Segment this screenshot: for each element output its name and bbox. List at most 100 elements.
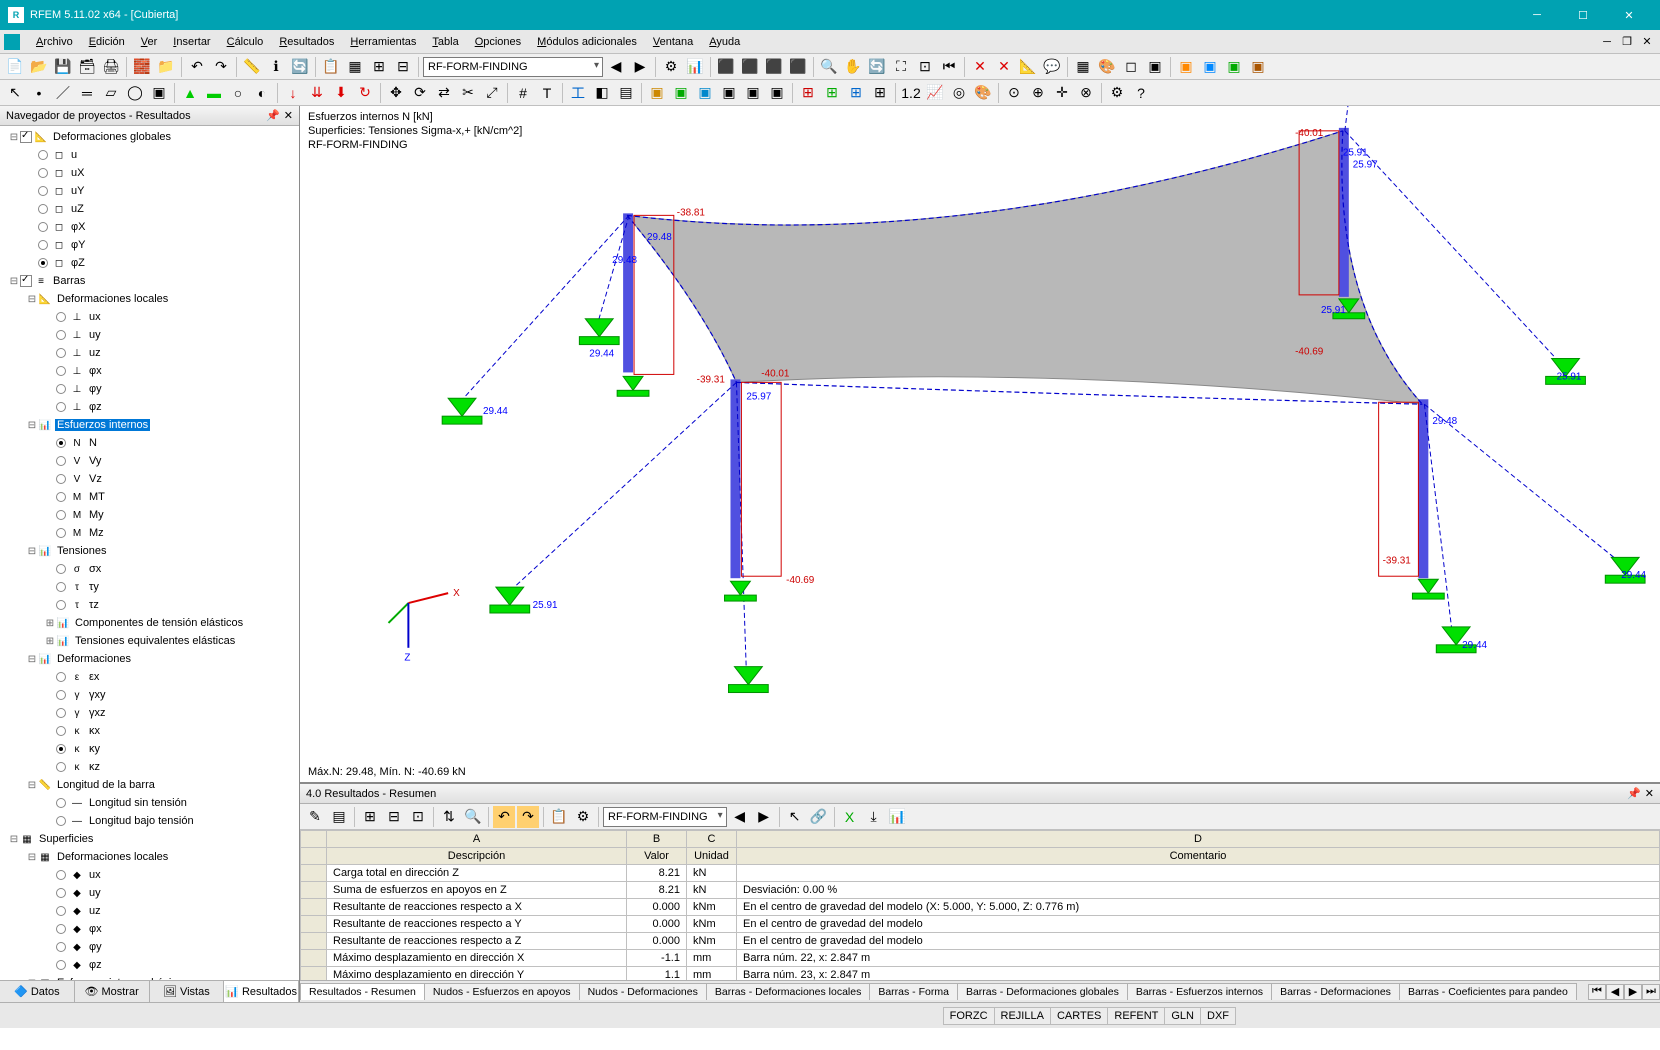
block-manager-button[interactable]: 🧱 — [131, 56, 153, 78]
tree-node[interactable]: κκx — [0, 722, 299, 740]
menu-edición[interactable]: Edición — [81, 34, 133, 50]
comment-button[interactable]: 💬 — [1041, 56, 1063, 78]
grid-col-letter[interactable]: C — [687, 831, 737, 848]
zoom-button[interactable]: 🔍 — [818, 56, 840, 78]
results-tab-nav-button[interactable]: ⏭ — [1642, 984, 1660, 1000]
tree-radio[interactable] — [56, 456, 66, 466]
tree-radio[interactable] — [56, 312, 66, 322]
menu-ver[interactable]: Ver — [133, 34, 166, 50]
grid-chart-button[interactable]: 📊 — [887, 806, 909, 828]
tree-radio[interactable] — [56, 888, 66, 898]
view-y-button[interactable]: ⬛ — [763, 56, 785, 78]
solid-button[interactable]: ▣ — [1144, 56, 1166, 78]
view-z-button[interactable]: ⬛ — [787, 56, 809, 78]
table-row[interactable]: Resultante de reacciones respecto a Z0.0… — [301, 933, 1660, 950]
tree-node[interactable]: ⊥φz — [0, 398, 299, 416]
tree-node[interactable]: ⊟📐Deformaciones locales — [0, 290, 299, 308]
nav-close-icon[interactable]: ✕ — [284, 109, 293, 122]
tree-radio[interactable] — [38, 150, 48, 160]
grid-col-header[interactable]: Comentario — [737, 848, 1660, 865]
tree-node[interactable]: ◻u — [0, 146, 299, 164]
tree-radio[interactable] — [56, 510, 66, 520]
grid-select-button[interactable]: ↖ — [784, 806, 806, 828]
next-case-button[interactable]: ▶ — [629, 56, 651, 78]
menu-herramientas[interactable]: Herramientas — [342, 34, 424, 50]
tree-checkbox[interactable] — [20, 131, 32, 143]
prev-case-button[interactable]: ◀ — [605, 56, 627, 78]
local-axes-button[interactable]: ✕ — [993, 56, 1015, 78]
load-case-combo[interactable]: RF-FORM-FINDING — [423, 57, 603, 77]
project-manager-button[interactable]: 📁 — [155, 56, 177, 78]
results-grid[interactable]: ABCDDescripciónValorUnidadComentarioCarg… — [300, 830, 1660, 980]
filter-5-button[interactable]: ▣ — [742, 82, 764, 104]
grid-filter-button[interactable]: ▤ — [328, 806, 350, 828]
tree-node[interactable]: MMy — [0, 506, 299, 524]
tree-node[interactable]: κκz — [0, 758, 299, 776]
line-button[interactable]: ／ — [52, 82, 74, 104]
line-support-button[interactable]: ▬ — [203, 82, 225, 104]
move-button[interactable]: ✥ — [385, 82, 407, 104]
tree-node[interactable]: ⊟≡Barras — [0, 272, 299, 290]
filter-2-button[interactable]: ▣ — [670, 82, 692, 104]
results-tab-nav-button[interactable]: ◀ — [1606, 984, 1624, 1000]
support-button[interactable]: ▲ — [179, 82, 201, 104]
tree-radio[interactable] — [56, 816, 66, 826]
toggle-button[interactable]: 🔄 — [289, 56, 311, 78]
hinge-button[interactable]: ○ — [227, 82, 249, 104]
thickness-button[interactable]: ▤ — [615, 82, 637, 104]
member-button[interactable]: ═ — [76, 82, 98, 104]
snap-2-button[interactable]: ⊕ — [1027, 82, 1049, 104]
result-1-button[interactable]: ⊞ — [797, 82, 819, 104]
nav-tab-mostrar[interactable]: 👁Mostrar — [75, 981, 150, 1002]
tree-node[interactable]: ◆ux — [0, 866, 299, 884]
tree-node[interactable]: ⊟📊Deformaciones — [0, 650, 299, 668]
nav-tab-vistas[interactable]: 🖼Vistas — [150, 981, 225, 1002]
grid-export-button[interactable]: ⤓ — [863, 806, 885, 828]
tree-node[interactable]: ⊥uy — [0, 326, 299, 344]
divide-button[interactable]: ✂ — [457, 82, 479, 104]
config-button[interactable]: ⚙ — [1106, 82, 1128, 104]
grid-undo-button[interactable]: ↶ — [493, 806, 515, 828]
tree-radio[interactable] — [56, 906, 66, 916]
load-line-button[interactable]: ⇊ — [306, 82, 328, 104]
tree-radio[interactable] — [56, 384, 66, 394]
color-scale-button[interactable]: 🎨 — [972, 82, 994, 104]
table-row[interactable]: Suma de esfuerzos en apoyos en Z8.21kNDe… — [301, 882, 1660, 899]
results-tab[interactable]: Barras - Deformaciones — [1271, 983, 1400, 1000]
results-tab[interactable]: Nudos - Esfuerzos en apoyos — [424, 983, 580, 1000]
tree-radio[interactable] — [56, 600, 66, 610]
grid-find-button[interactable]: 🔍 — [462, 806, 484, 828]
results-tab-nav-button[interactable]: ▶ — [1624, 984, 1642, 1000]
status-refent[interactable]: REFENT — [1107, 1007, 1165, 1025]
values-button[interactable]: 1.2 — [900, 82, 922, 104]
tree-radio[interactable] — [38, 240, 48, 250]
menu-archivo[interactable]: Archivo — [28, 34, 81, 50]
open-button[interactable]: 📂 — [28, 56, 50, 78]
tree-node[interactable]: ◻uY — [0, 182, 299, 200]
tree-node[interactable]: ◻φX — [0, 218, 299, 236]
grid-view-2-button[interactable]: ⊟ — [383, 806, 405, 828]
tree-radio[interactable] — [56, 564, 66, 574]
redo-button[interactable]: ↷ — [210, 56, 232, 78]
tree-node[interactable]: γγxz — [0, 704, 299, 722]
pan-button[interactable]: ✋ — [842, 56, 864, 78]
result-2-button[interactable]: ⊞ — [821, 82, 843, 104]
tree-node[interactable]: ⊟📐Deformaciones globales — [0, 128, 299, 146]
dimension-button[interactable]: 📐 — [1017, 56, 1039, 78]
status-dxf[interactable]: DXF — [1200, 1007, 1236, 1025]
tree-node[interactable]: ◆φz — [0, 956, 299, 974]
rotate-copy-button[interactable]: ⟳ — [409, 82, 431, 104]
snap-3-button[interactable]: ✛ — [1051, 82, 1073, 104]
table-row[interactable]: Resultante de reacciones respecto a Y0.0… — [301, 916, 1660, 933]
tree-radio[interactable] — [38, 258, 48, 268]
tree-radio[interactable] — [56, 798, 66, 808]
grid-excel-button[interactable]: X — [839, 806, 861, 828]
tree-node[interactable]: ⊟▦Superficies — [0, 830, 299, 848]
minimize-button[interactable]: ─ — [1514, 0, 1560, 30]
load-moment-button[interactable]: ↻ — [354, 82, 376, 104]
result-4-button[interactable]: ⊞ — [869, 82, 891, 104]
tree-radio[interactable] — [56, 528, 66, 538]
tree-radio[interactable] — [56, 582, 66, 592]
menu-ayuda[interactable]: Ayuda — [701, 34, 748, 50]
tree-node[interactable]: MMT — [0, 488, 299, 506]
